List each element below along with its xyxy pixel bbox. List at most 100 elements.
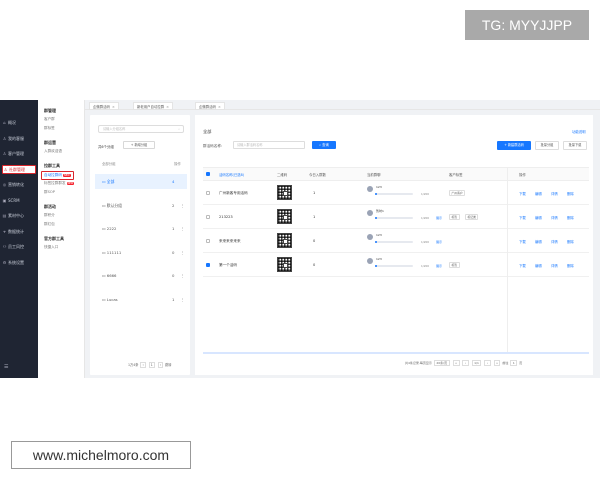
qr-code-image[interactable]: [277, 233, 292, 248]
subnav-section-title: 拉群工具: [44, 163, 60, 168]
create-code-button[interactable]: + 新建群活码: [497, 141, 531, 150]
subnav-item[interactable]: 客户群: [44, 117, 55, 122]
prev-table-page-button[interactable]: ‹: [462, 360, 469, 366]
group-row[interactable]: ▭ 2222 1 ⋮: [95, 221, 187, 236]
group-row[interactable]: ▭ 全部 4: [95, 174, 187, 189]
goto-page-input[interactable]: 1: [510, 360, 518, 366]
more-icon[interactable]: ⋮: [181, 273, 185, 278]
show-link[interactable]: 展示: [436, 240, 442, 244]
subnav-item[interactable]: 入群欢迎语: [44, 149, 62, 154]
more-icon[interactable]: ⋮: [181, 226, 185, 231]
edit-button[interactable]: 编辑: [535, 191, 542, 196]
tab-0[interactable]: 企微群活码 ×: [89, 102, 119, 110]
detail-button[interactable]: 详情: [551, 215, 558, 220]
download-button[interactable]: 下载: [519, 263, 526, 268]
more-icon[interactable]: ⋮: [181, 250, 185, 255]
subnav-item[interactable]: 群标签: [44, 126, 55, 131]
row-checkbox[interactable]: [206, 191, 210, 195]
subnav-section-title: 群管理: [44, 108, 56, 113]
query-button[interactable]: ⌕ 查询: [312, 141, 336, 149]
horizontal-scrollbar[interactable]: [203, 352, 589, 354]
tab-1[interactable]: 新老用户自动拉群 ×: [133, 102, 173, 110]
edit-button[interactable]: 编辑: [535, 239, 542, 244]
show-link[interactable]: 展示: [436, 216, 442, 220]
download-button[interactable]: 下载: [519, 191, 526, 196]
edit-button[interactable]: 编辑: [535, 263, 542, 268]
group-row[interactable]: ▭ 6666 0 ⋮: [95, 268, 187, 283]
group-row[interactable]: ▭ 默认分组 2 ⋮: [95, 198, 187, 213]
next-table-page-button[interactable]: ›: [484, 360, 491, 366]
per-page-select[interactable]: 20条/页: [433, 360, 450, 366]
download-button[interactable]: 下载: [519, 239, 526, 244]
group-capacity-fill: [375, 217, 377, 219]
delete-button[interactable]: 删除: [567, 239, 574, 244]
menu-icon[interactable]: ☰: [4, 364, 8, 370]
row-checkbox[interactable]: [206, 215, 210, 219]
row-checkbox[interactable]: [206, 239, 210, 243]
subnav-item[interactable]: 群积分: [44, 213, 55, 218]
sidebar-item-label: 数据统计: [8, 228, 24, 234]
qr-code-image[interactable]: [277, 209, 292, 224]
tab-2[interactable]: 企微群活码 ×: [195, 102, 225, 110]
sidebar-item-1[interactable]: ♙ 我的客服: [2, 134, 36, 143]
delete-button[interactable]: 删除: [567, 263, 574, 268]
more-icon[interactable]: ⋮: [181, 203, 185, 208]
doc-link[interactable]: 功能说明: [572, 129, 586, 134]
group-count-value: 0: [172, 249, 175, 255]
next-page-button[interactable]: ›: [157, 362, 164, 368]
subnav-item[interactable]: 标签拉群群发 NEW: [44, 181, 75, 186]
sidebar-item-3[interactable]: ♙ 社群管理: [2, 164, 36, 174]
batch-group-button[interactable]: 批量分组: [535, 141, 559, 150]
group-row[interactable]: ▭ 111111 0 ⋮: [95, 245, 187, 260]
sidebar-item-4[interactable]: ◎ 营销转化: [2, 180, 36, 189]
edit-button[interactable]: 编辑: [535, 215, 542, 220]
group-search-input[interactable]: 请输入分组名称 ⌕: [98, 125, 184, 133]
sidebar-item-6[interactable]: ▤ 素材中心: [2, 211, 36, 220]
more-icon[interactable]: ⋮: [181, 297, 185, 302]
group-capacity-fill: [375, 265, 377, 267]
sidebar-item-8[interactable]: ⚇ 员工风控: [2, 242, 36, 251]
batch-download-button[interactable]: 批量下载: [563, 141, 587, 150]
detail-button[interactable]: 详情: [551, 263, 558, 268]
first-page-button[interactable]: «: [452, 360, 460, 366]
material-icon: ▤: [2, 213, 7, 218]
today-count: 1: [313, 215, 316, 219]
subnav-item[interactable]: 群红包: [44, 222, 55, 227]
group-name-label: 默认分组: [106, 202, 122, 208]
sidebar-item-5[interactable]: ▣ SCRM: [2, 196, 36, 205]
code-name-input[interactable]: 请输入群活码名称: [233, 141, 305, 149]
close-icon[interactable]: ×: [166, 105, 169, 109]
download-button[interactable]: 下载: [519, 215, 526, 220]
group-pager-goto[interactable]: 跳转: [165, 363, 171, 367]
subnav-item[interactable]: 快捷入口: [44, 245, 58, 250]
group-row[interactable]: ▭ Lucas 1 ⋮: [95, 292, 187, 307]
group-name-label: 2222: [106, 226, 117, 231]
subnav-item[interactable]: 自动拉群码 NEW: [41, 171, 74, 180]
delete-button[interactable]: 删除: [567, 215, 574, 220]
add-group-button[interactable]: + 新增分组: [123, 141, 155, 149]
prev-page-button[interactable]: ‹: [140, 362, 146, 368]
delete-button[interactable]: 删除: [567, 191, 574, 196]
col-ops: 操作: [519, 173, 526, 177]
subnav-item-label: 群SOP: [44, 190, 55, 194]
group-pager-page[interactable]: 1: [148, 362, 155, 368]
close-icon[interactable]: ×: [218, 105, 221, 109]
detail-button[interactable]: 详情: [551, 239, 558, 244]
show-link[interactable]: 展示: [436, 264, 442, 268]
sidebar-item-label: 素材中心: [8, 213, 24, 218]
sidebar-item-9[interactable]: ⚙ 系统设置: [2, 258, 36, 267]
qr-code-image[interactable]: [277, 257, 292, 272]
last-page-button[interactable]: »: [493, 360, 501, 366]
close-icon[interactable]: ×: [112, 105, 115, 109]
sidebar-item-0[interactable]: ⌂ 概况: [2, 118, 36, 127]
col-name[interactable]: 活码名称(已选8): [219, 172, 244, 177]
detail-button[interactable]: 详情: [551, 191, 558, 196]
subnav-item-label: 群积分: [44, 213, 55, 217]
row-checkbox[interactable]: [206, 263, 210, 267]
select-all-checkbox[interactable]: [206, 172, 210, 176]
sidebar-item-2[interactable]: ♙ 客户管理: [2, 149, 36, 158]
subnav-item[interactable]: 群SOP: [44, 190, 55, 195]
table-page[interactable]: 1/1: [471, 360, 482, 366]
sidebar-item-7[interactable]: ⌖ 数据统计: [2, 227, 36, 236]
qr-code-image[interactable]: [277, 185, 292, 200]
